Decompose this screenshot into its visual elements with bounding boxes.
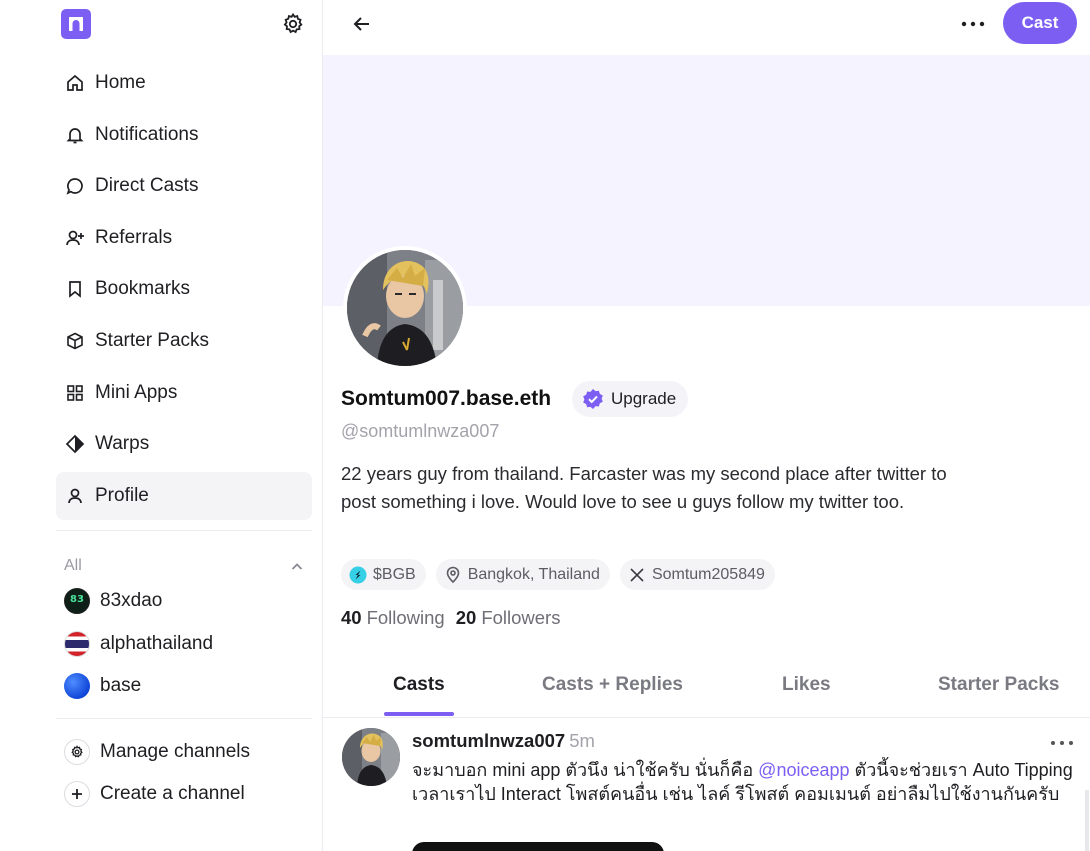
location-pin-icon xyxy=(444,566,462,584)
nav-item-label: Warps xyxy=(95,433,150,455)
bookmark-icon xyxy=(65,279,85,299)
post-text-part: จะมาบอก mini app ตัวนึง น่าใช้ครับ นั่นก… xyxy=(412,760,759,780)
gear-icon xyxy=(64,739,90,765)
package-icon xyxy=(65,331,85,351)
tab-casts-replies[interactable]: Casts + Replies xyxy=(542,674,683,696)
tab-casts[interactable]: Casts xyxy=(393,674,445,696)
nav-item-bookmarks[interactable]: Bookmarks xyxy=(56,265,312,313)
profile-display-name: Somtum007.base.eth xyxy=(341,387,552,410)
nav-item-warps[interactable]: Warps xyxy=(56,420,312,468)
upgrade-button[interactable]: Upgrade xyxy=(572,381,689,417)
profile-bio: 22 years guy from thailand. Farcaster wa… xyxy=(341,463,947,512)
channels-section-label: All xyxy=(64,557,82,574)
upgrade-label: Upgrade xyxy=(611,389,677,408)
bell-icon xyxy=(65,125,85,145)
thailand-flag-icon xyxy=(64,631,90,657)
nav-item-label: Starter Packs xyxy=(95,329,210,351)
nav-item-home[interactable]: Home xyxy=(56,59,312,107)
sidebar-divider xyxy=(56,530,312,531)
nav-item-label: Profile xyxy=(95,484,149,506)
tab-starter-packs[interactable]: Starter Packs xyxy=(938,674,1059,696)
profile-handle: @somtumlnwza007 xyxy=(341,421,500,441)
post-embed-preview[interactable] xyxy=(412,842,664,851)
nav-item-profile[interactable]: Profile xyxy=(56,471,312,520)
sidebar: Home Notifications Direct Casts Referral… xyxy=(0,0,323,851)
profile-chips: $BGB Bangkok, Thailand Somtum205849 xyxy=(341,559,785,590)
nav-item-starter-packs[interactable]: Starter Packs xyxy=(56,317,312,365)
more-options-icon[interactable] xyxy=(959,12,987,36)
manage-channels-label: Manage channels xyxy=(100,741,250,762)
token-chip-label: $BGB xyxy=(373,565,416,583)
user-icon xyxy=(65,486,85,506)
x-account-chip-label: Somtum205849 xyxy=(651,565,765,583)
top-bar: Cast xyxy=(323,0,1090,55)
follow-stats: 40 Following 20 Followers xyxy=(341,607,571,629)
location-chip[interactable]: Bangkok, Thailand xyxy=(435,559,610,590)
token-icon xyxy=(349,566,367,584)
post-author: somtumlnwza007 5m xyxy=(412,730,595,752)
following-link[interactable]: 40 Following xyxy=(341,607,445,629)
following-label: Following xyxy=(366,607,445,628)
user-plus-icon xyxy=(65,228,85,248)
profile-tabs: Casts Casts + Replies Likes Starter Pack… xyxy=(323,660,1090,718)
gear-icon[interactable] xyxy=(281,12,305,36)
nav-item-direct-casts[interactable]: Direct Casts xyxy=(56,162,312,210)
plus-icon xyxy=(64,781,90,807)
active-tab-indicator xyxy=(384,712,454,716)
grid-icon xyxy=(65,383,85,403)
followers-label: Followers xyxy=(481,607,561,628)
create-channel-button[interactable]: Create a channel xyxy=(64,780,245,808)
cast-item[interactable]: somtumlnwza007 5m จะมาบอก mini app ตัวนึง… xyxy=(323,718,1090,851)
token-chip[interactable]: $BGB xyxy=(341,559,426,590)
channel-item-83xdao[interactable]: 83 83xdao xyxy=(64,587,162,615)
x-logo-icon xyxy=(628,566,646,584)
nav-item-label: Home xyxy=(95,72,146,93)
post-more-options-icon[interactable] xyxy=(1049,734,1075,752)
primary-nav: Home Notifications Direct Casts Referral… xyxy=(56,59,312,523)
scrollbar[interactable] xyxy=(1085,790,1089,851)
base-channel-icon xyxy=(64,673,90,699)
farcaster-logo-icon[interactable] xyxy=(61,9,91,39)
create-channel-label: Create a channel xyxy=(100,783,245,804)
channel-item-alphathailand[interactable]: alphathailand xyxy=(64,630,213,658)
followers-count: 20 xyxy=(455,607,477,628)
nav-item-notifications[interactable]: Notifications xyxy=(56,111,312,159)
x-account-chip[interactable]: Somtum205849 xyxy=(619,559,775,590)
home-icon xyxy=(65,73,85,93)
channel-avatar: 83 xyxy=(64,588,90,614)
chat-bubble-icon xyxy=(65,176,85,196)
nav-item-label: Direct Casts xyxy=(95,175,199,197)
cast-button[interactable]: Cast xyxy=(1003,2,1077,44)
post-text: จะมาบอก mini app ตัวนึง น่าใช้ครับ นั่นก… xyxy=(412,758,1078,806)
verified-badge-icon xyxy=(582,388,604,410)
mention-link[interactable]: @noiceapp xyxy=(758,760,849,780)
followers-link[interactable]: 20 Followers xyxy=(456,607,561,629)
post-timestamp: 5m xyxy=(569,730,595,751)
channel-item-base[interactable]: base xyxy=(64,672,141,700)
nav-item-mini-apps[interactable]: Mini Apps xyxy=(56,369,312,417)
location-chip-label: Bangkok, Thailand xyxy=(467,565,600,583)
post-author-name[interactable]: somtumlnwza007 xyxy=(412,730,565,751)
profile-main: Cast Somtum007.base.eth Upgrade @somtuml… xyxy=(323,0,1090,851)
profile-avatar[interactable] xyxy=(343,246,467,370)
nav-item-label: Referrals xyxy=(95,226,173,248)
post-author-avatar[interactable] xyxy=(342,728,400,786)
channel-name: alphathailand xyxy=(100,633,214,654)
back-arrow-icon[interactable] xyxy=(350,12,374,36)
channel-name: base xyxy=(100,675,142,696)
following-count: 40 xyxy=(341,607,362,628)
nav-item-label: Bookmarks xyxy=(95,278,191,300)
manage-channels-button[interactable]: Manage channels xyxy=(64,738,250,766)
nav-item-label: Notifications xyxy=(95,123,199,145)
nav-item-label: Mini Apps xyxy=(95,381,178,403)
sidebar-divider xyxy=(56,718,312,719)
chevron-up-icon[interactable] xyxy=(289,559,305,575)
nav-item-referrals[interactable]: Referrals xyxy=(56,214,312,262)
tab-likes[interactable]: Likes xyxy=(782,674,831,696)
channel-name: 83xdao xyxy=(100,590,163,611)
diamond-icon xyxy=(65,434,85,454)
